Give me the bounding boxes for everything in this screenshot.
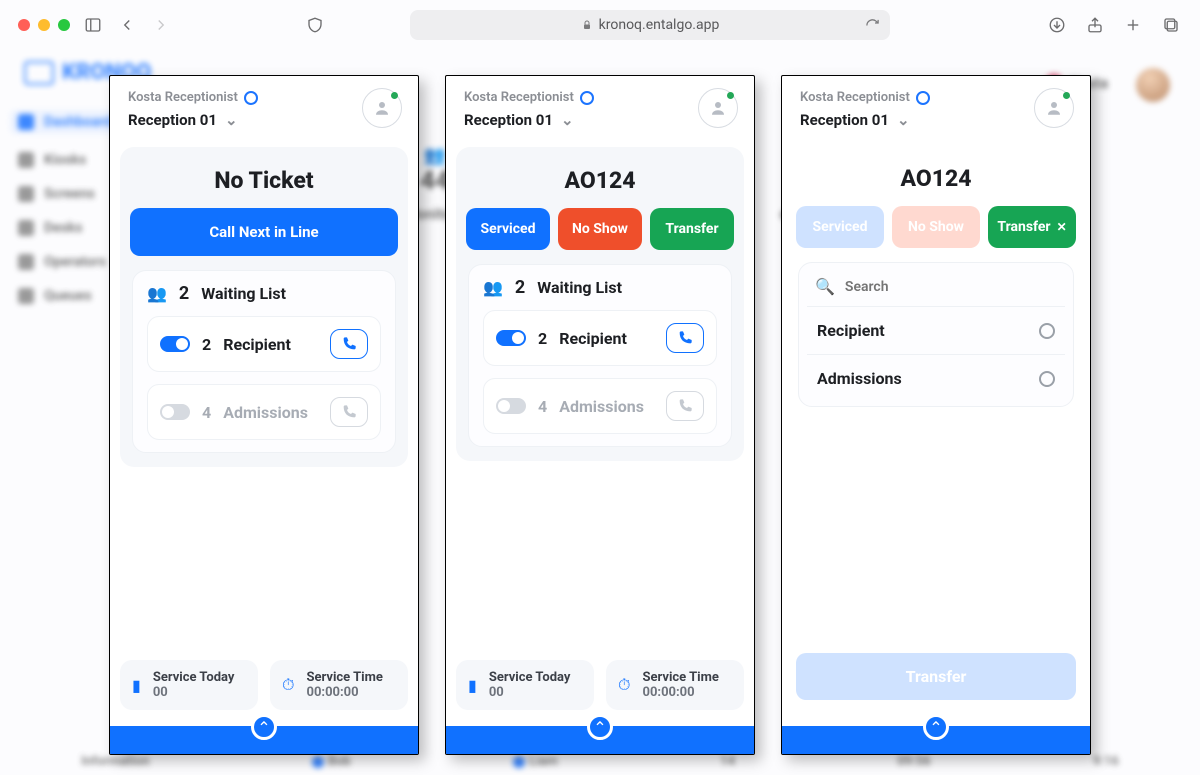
call-icon[interactable] (330, 329, 368, 359)
user-icon (580, 91, 594, 105)
ticket-title: AO124 (466, 167, 734, 194)
browser-toolbar: kronoq.entalgo.app (0, 0, 1200, 50)
forward-icon[interactable] (150, 14, 172, 36)
minimize-window-icon[interactable] (38, 19, 50, 31)
queue-row-recipient[interactable]: 2 Recipient (147, 316, 381, 372)
back-icon[interactable] (116, 14, 138, 36)
ticket-title: AO124 (796, 165, 1076, 192)
transfer-option-admissions[interactable]: Admissions (807, 354, 1065, 402)
lock-icon (581, 19, 593, 31)
bottom-bar: ⌃ (446, 726, 754, 754)
timer-icon: ⏱ (618, 675, 630, 695)
queue-toggle[interactable] (160, 336, 190, 352)
user-icon (244, 91, 258, 105)
transfer-button[interactable]: Transfer (650, 208, 734, 250)
avatar-button[interactable] (362, 88, 402, 128)
maximize-window-icon[interactable] (58, 19, 70, 31)
share-icon[interactable] (1084, 14, 1106, 36)
call-icon (330, 397, 368, 427)
people-icon: 👥 (147, 284, 167, 303)
bottom-bar: ⌃ (782, 726, 1090, 754)
no-show-button[interactable]: No Show (892, 206, 980, 248)
transfer-target-list: 🔍 Recipient Admissions (798, 262, 1074, 407)
stat-service-today: ▮ Service Today00 (120, 660, 258, 710)
operator-panel-no-ticket: Kosta Receptionist Reception 01⌄ No Tick… (109, 75, 419, 755)
operator-panel-serving: Kosta Receptionist Reception 01⌄ AO124 S… (445, 75, 755, 755)
queue-toggle[interactable] (496, 330, 526, 346)
avatar-button[interactable] (698, 88, 738, 128)
operator-name: Kosta Receptionist (800, 90, 1072, 105)
transfer-button-active[interactable]: Transfer✕ (988, 206, 1076, 248)
close-icon[interactable]: ✕ (1057, 220, 1067, 234)
shield-icon[interactable] (304, 14, 326, 36)
desk-selector[interactable]: Reception 01⌄ (464, 111, 736, 129)
close-window-icon[interactable] (18, 19, 30, 31)
waiting-count: 2 (515, 277, 525, 298)
queue-toggle[interactable] (160, 404, 190, 420)
waiting-label: Waiting List (537, 278, 622, 297)
desk-selector[interactable]: Reception 01⌄ (800, 111, 1072, 129)
serviced-button[interactable]: Serviced (796, 206, 884, 248)
queue-row-admissions[interactable]: 4 Admissions (483, 378, 717, 434)
expand-up-icon[interactable]: ⌃ (251, 714, 277, 740)
call-next-button[interactable]: Call Next in Line (130, 208, 398, 256)
chevron-down-icon: ⌄ (897, 111, 910, 129)
expand-up-icon[interactable]: ⌃ (923, 714, 949, 740)
queue-row-admissions[interactable]: 4 Admissions (147, 384, 381, 440)
window-controls[interactable] (18, 19, 70, 31)
queue-row-recipient[interactable]: 2 Recipient (483, 310, 717, 366)
ticket-title: No Ticket (130, 167, 398, 194)
call-icon (666, 391, 704, 421)
waiting-list-card: 👥 2 Waiting List 2 Recipient 4 Admission… (132, 270, 396, 453)
phone-icon: ▮ (468, 676, 477, 695)
reload-icon[interactable] (865, 18, 880, 33)
waiting-list-card: 👥 2 Waiting List 2 Recipient 4 Admission… (468, 264, 732, 447)
transfer-option-recipient[interactable]: Recipient (807, 306, 1065, 354)
waiting-count: 2 (179, 283, 189, 304)
queue-toggle[interactable] (496, 398, 526, 414)
radio-icon[interactable] (1039, 371, 1055, 387)
no-show-button[interactable]: No Show (558, 208, 642, 250)
stat-service-time: ⏱ Service Time00:00:00 (270, 660, 408, 710)
operator-name: Kosta Receptionist (464, 90, 736, 105)
search-input[interactable] (845, 279, 1057, 295)
avatar-button[interactable] (1034, 88, 1074, 128)
downloads-icon[interactable] (1046, 14, 1068, 36)
call-icon[interactable] (666, 323, 704, 353)
stat-service-time: ⏱ Service Time00:00:00 (606, 660, 744, 710)
desk-selector[interactable]: Reception 01⌄ (128, 111, 400, 129)
waiting-label: Waiting List (201, 284, 286, 303)
address-bar[interactable]: kronoq.entalgo.app (410, 10, 890, 40)
bottom-bar: ⌃ (110, 726, 418, 754)
operator-name: Kosta Receptionist (128, 90, 400, 105)
search-icon: 🔍 (815, 277, 835, 296)
transfer-submit-button[interactable]: Transfer (796, 653, 1076, 700)
sidebar-toggle-icon[interactable] (82, 14, 104, 36)
chevron-down-icon: ⌄ (225, 111, 238, 129)
people-icon: 👥 (483, 278, 503, 297)
serviced-button[interactable]: Serviced (466, 208, 550, 250)
stat-service-today: ▮ Service Today00 (456, 660, 594, 710)
url-text: kronoq.entalgo.app (599, 17, 720, 33)
timer-icon: ⏱ (282, 675, 294, 695)
tabs-icon[interactable] (1160, 14, 1182, 36)
chevron-down-icon: ⌄ (561, 111, 574, 129)
expand-up-icon[interactable]: ⌃ (587, 714, 613, 740)
search-row[interactable]: 🔍 (807, 267, 1065, 306)
new-tab-icon[interactable] (1122, 14, 1144, 36)
radio-icon[interactable] (1039, 323, 1055, 339)
operator-panel-transfer: Kosta Receptionist Reception 01⌄ AO124 S… (781, 75, 1091, 755)
phone-icon: ▮ (132, 676, 141, 695)
user-icon (916, 91, 930, 105)
